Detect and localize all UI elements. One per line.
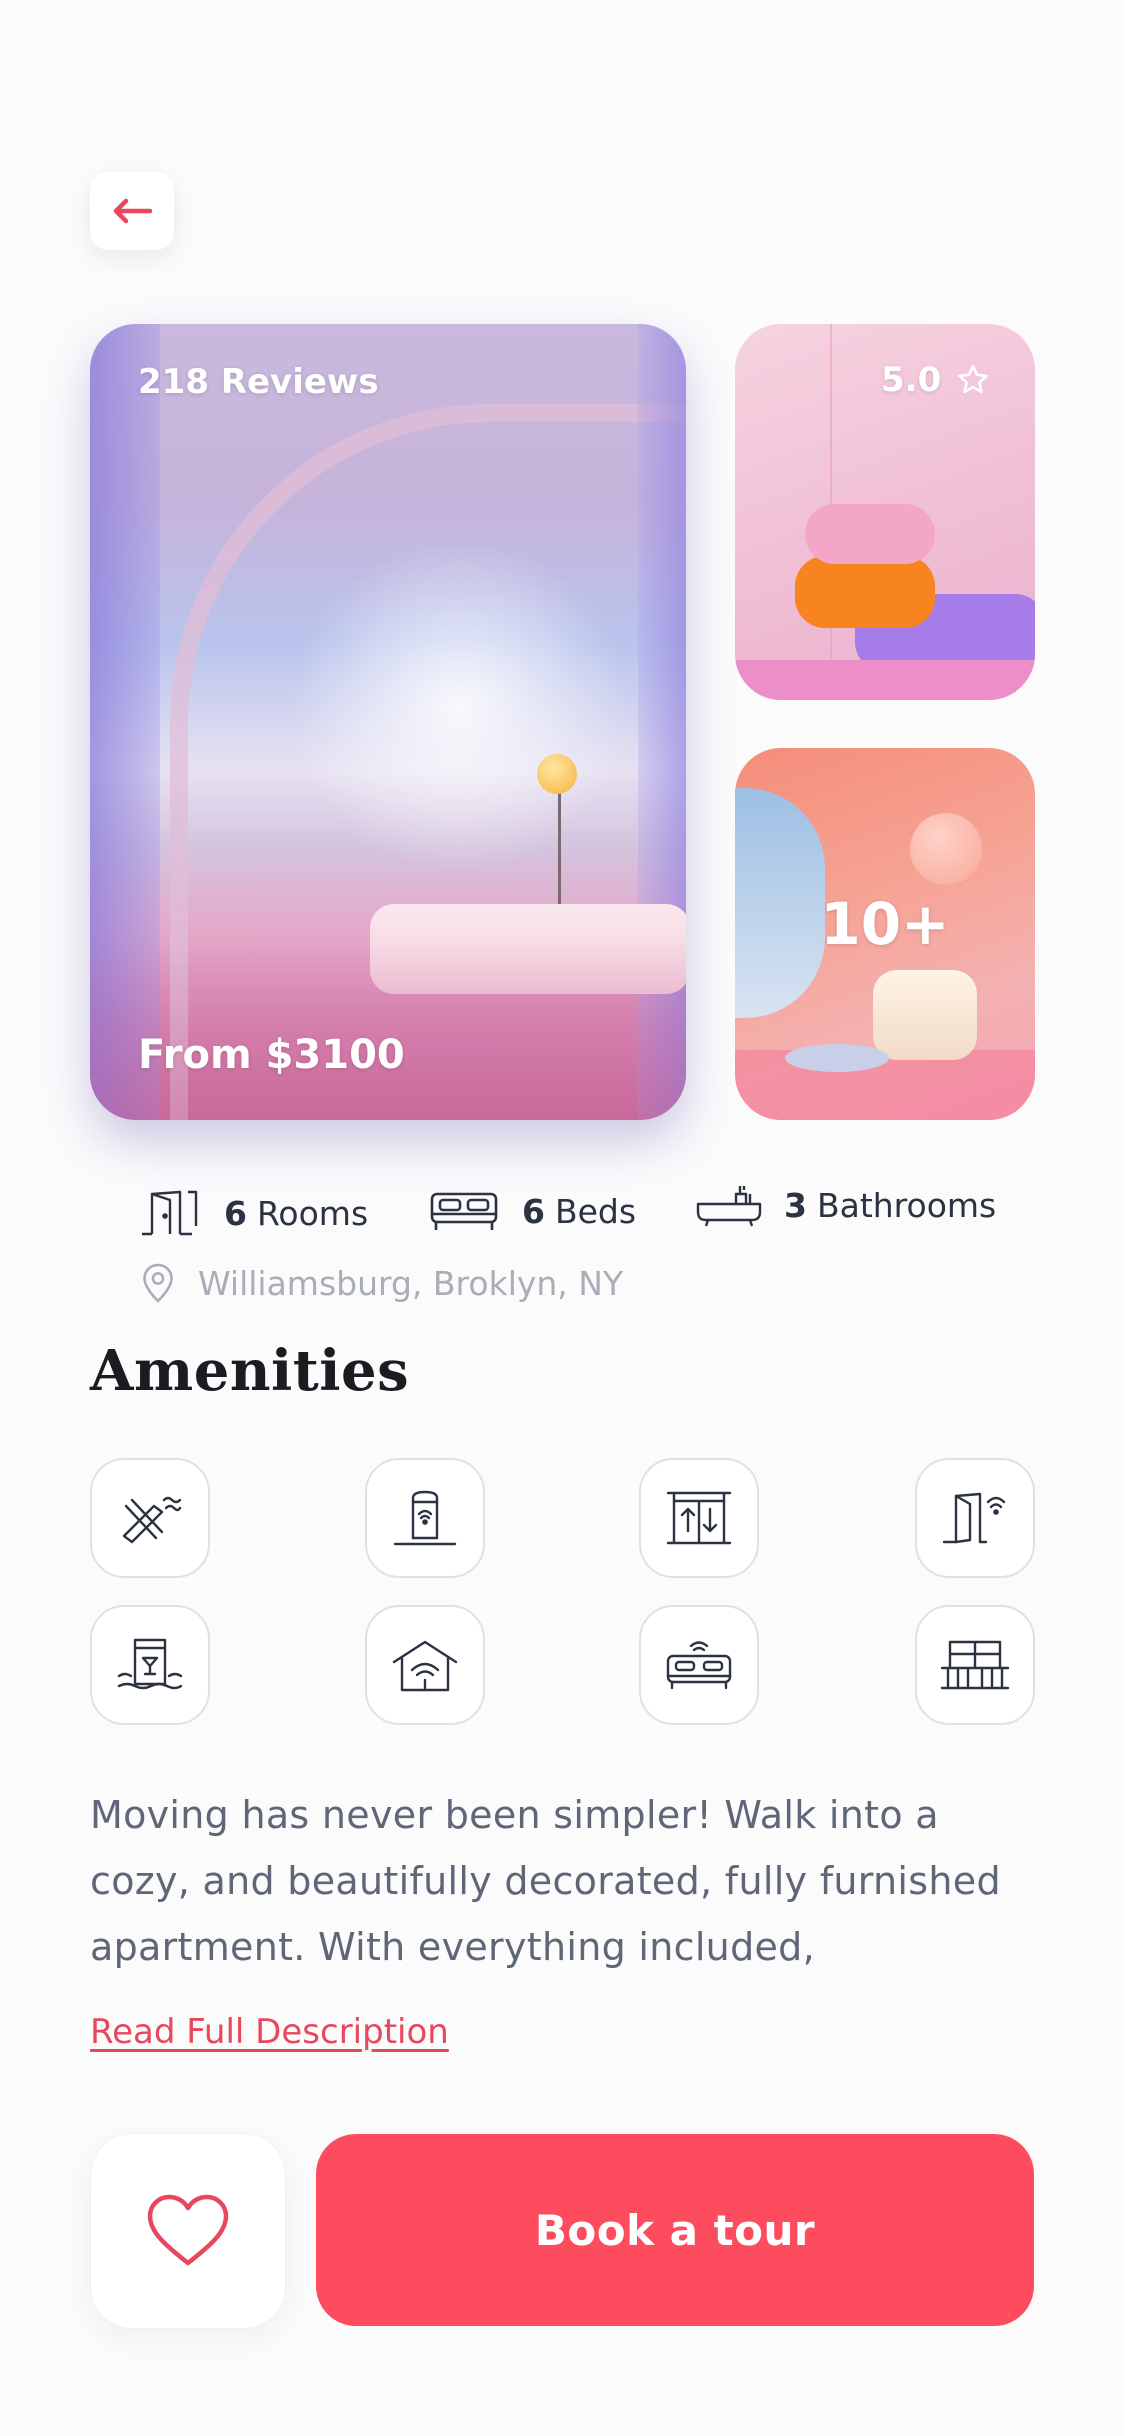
- favorite-button[interactable]: [90, 2133, 286, 2329]
- amenity-smart-speaker[interactable]: [365, 1458, 485, 1578]
- smart-lock-door-icon: [942, 1492, 1006, 1544]
- air-conditioning-icon: [122, 1496, 182, 1544]
- cushion-pink: [805, 504, 935, 564]
- orb-decoration: [910, 813, 982, 885]
- elevator-icon: [666, 1491, 732, 1545]
- beds-value: 6: [522, 1191, 545, 1231]
- location-pin-icon: [143, 1263, 173, 1303]
- rooms-label: Rooms: [256, 1193, 369, 1233]
- bed-icon: [430, 1192, 498, 1230]
- amenity-pool[interactable]: [90, 1605, 210, 1725]
- amenity-air-conditioning[interactable]: [90, 1458, 210, 1578]
- main-photo[interactable]: 218 Reviews From $3100: [90, 324, 686, 1120]
- stat-rooms: 6 Rooms: [140, 1190, 368, 1236]
- pool-icon: [117, 1638, 183, 1690]
- reviews-count[interactable]: 218 Reviews: [138, 362, 379, 402]
- amenity-smart-lock[interactable]: [915, 1458, 1035, 1578]
- smart-bed-icon: [666, 1641, 732, 1690]
- amenity-elevator[interactable]: [639, 1458, 759, 1578]
- arrow-left-icon: [113, 198, 152, 224]
- rooms-value: 6: [224, 1193, 247, 1233]
- amenities-title: Amenities: [90, 1338, 410, 1404]
- price-label: From $3100: [138, 1032, 405, 1078]
- bathrooms-value: 3: [784, 1185, 807, 1225]
- heart-outline-icon: [147, 2194, 229, 2266]
- bathrooms-label: Bathrooms: [816, 1185, 997, 1225]
- floor: [735, 660, 1035, 700]
- description-text: Moving has never been simpler! Walk into…: [90, 1793, 1001, 1969]
- side-photo-bottom[interactable]: 10+: [735, 748, 1035, 1120]
- read-full-description-link[interactable]: Read Full Description: [90, 2012, 449, 2052]
- side-photo-top[interactable]: 5.0: [735, 324, 1035, 700]
- floor-shade: [90, 940, 686, 1120]
- back-button[interactable]: [90, 172, 174, 250]
- star-outline-icon: [958, 364, 989, 394]
- book-tour-button[interactable]: Book a tour: [316, 2134, 1034, 2326]
- armchair: [873, 970, 977, 1060]
- home-wifi-icon: [392, 1640, 458, 1692]
- side-table: [785, 1044, 889, 1072]
- stat-beds: 6 Beds: [428, 1190, 636, 1232]
- beds-label: Beds: [554, 1191, 637, 1231]
- location-text: Williamsburg, Broklyn, NY: [198, 1263, 624, 1303]
- lamp: [537, 754, 577, 794]
- balcony-icon: [940, 1640, 1010, 1690]
- cushion-orange: [795, 556, 935, 628]
- door-icon: [142, 1190, 198, 1236]
- amenity-home-wifi[interactable]: [365, 1605, 485, 1725]
- bathtub-icon: [696, 1186, 762, 1227]
- more-photos-count: 10+: [820, 890, 950, 958]
- rating: 5.0: [881, 360, 991, 400]
- rating-value: 5.0: [881, 360, 942, 400]
- location: Williamsburg, Broklyn, NY: [140, 1262, 623, 1304]
- amenity-balcony[interactable]: [915, 1605, 1035, 1725]
- smart-speaker-icon: [393, 1490, 457, 1546]
- amenity-smart-bed[interactable]: [639, 1605, 759, 1725]
- stat-bathrooms: 3 Bathrooms: [696, 1182, 996, 1228]
